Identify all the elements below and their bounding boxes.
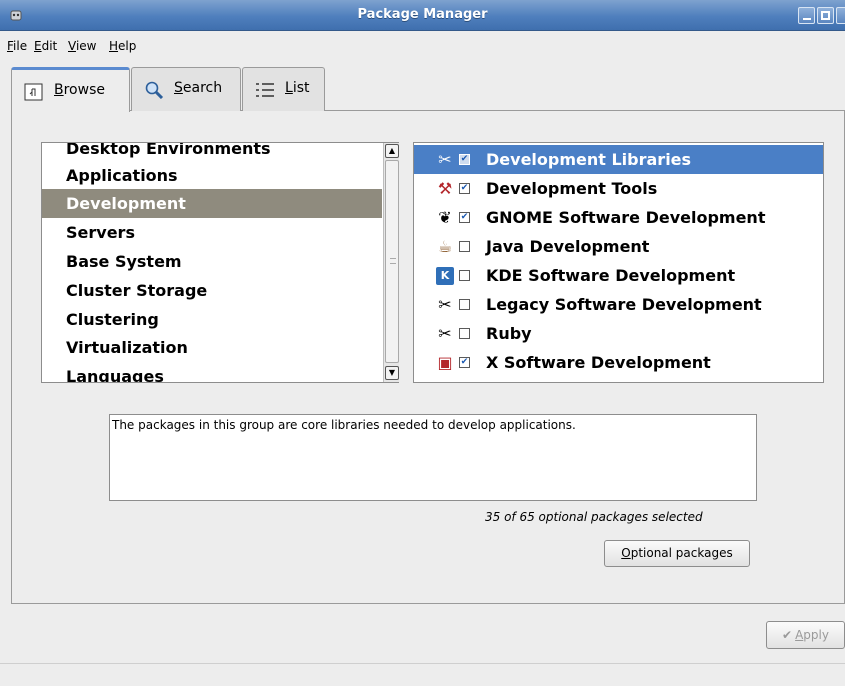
tab-list-rest: ist — [292, 80, 310, 96]
menu-help[interactable]: Help — [109, 39, 136, 53]
scroll-down-button[interactable]: ▼ — [385, 366, 399, 380]
x-monitor-icon: ▣ — [437, 353, 453, 372]
window-title: Package Manager — [357, 7, 488, 22]
group-label: Ruby — [486, 324, 532, 343]
arrow-down-icon: ▼ — [388, 368, 396, 377]
category-item[interactable]: Development — [42, 189, 382, 218]
group-checkbox[interactable] — [459, 241, 470, 252]
menu-help-mnemonic: H — [109, 39, 119, 53]
group-checkbox[interactable]: ✔ — [459, 154, 470, 165]
group-item[interactable]: ▣ ✔ X Software Development — [414, 348, 823, 377]
group-label: Legacy Software Development — [486, 295, 762, 314]
checkmark-icon: ✔ — [782, 628, 793, 642]
group-label: Development Libraries — [486, 150, 692, 169]
group-label: KDE Software Development — [486, 266, 736, 285]
gnome-foot-icon: ❦ — [438, 208, 452, 227]
minimize-icon — [803, 18, 811, 20]
category-item[interactable]: Applications — [42, 161, 382, 190]
group-item[interactable]: ❦ ✔ GNOME Software Development — [414, 203, 823, 232]
menu-edit[interactable]: Edit — [34, 39, 57, 53]
tab-list[interactable]: List — [242, 67, 325, 111]
tab-search-mnemonic: S — [174, 80, 183, 96]
tab-browse[interactable]: Browse — [11, 67, 130, 112]
group-checkbox[interactable] — [459, 328, 470, 339]
tab-list-label: List — [285, 80, 310, 96]
apply-button[interactable]: ✔ Apply — [766, 621, 845, 649]
list-icon — [256, 83, 274, 97]
group-item[interactable]: ✂ Ruby — [414, 319, 823, 348]
group-item[interactable]: ⚒ ✔ Development Tools — [414, 174, 823, 203]
maximize-icon — [821, 11, 830, 20]
tab-search[interactable]: Search — [131, 67, 241, 111]
menu-file[interactable]: File — [7, 39, 27, 53]
group-checkbox[interactable]: ✔ — [459, 357, 470, 368]
coffee-cup-icon: ☕ — [437, 237, 453, 256]
menu-help-label: elp — [118, 39, 137, 53]
maximize-button[interactable] — [817, 7, 834, 24]
menu-view-label: iew — [75, 39, 97, 53]
group-label: X Software Development — [486, 353, 711, 372]
group-list[interactable]: ✂ ✔ Development Libraries ⚒ ✔ Developmen… — [413, 142, 824, 383]
grip-icon — [390, 258, 396, 264]
tab-browse-label: Browse — [54, 82, 105, 98]
apply-label: pply — [803, 628, 829, 642]
optional-mnemonic: O — [621, 546, 631, 560]
menu-view[interactable]: View — [68, 39, 96, 53]
group-item[interactable]: ✂ ✔ Development Libraries — [414, 145, 823, 174]
menu-edit-label: dit — [41, 39, 58, 53]
group-label: Java Development — [486, 237, 650, 256]
tab-list-mnemonic: L — [285, 80, 293, 96]
close-button[interactable] — [836, 7, 845, 24]
category-item[interactable]: Languages — [42, 362, 382, 382]
scroll-thumb[interactable] — [385, 160, 399, 363]
tools-icon: ✂ — [438, 150, 452, 169]
minimize-button[interactable] — [798, 7, 815, 24]
category-scrollbar[interactable]: ▲ ▼ — [383, 143, 399, 382]
category-list[interactable]: Desktop Environments Applications Develo… — [41, 142, 399, 383]
category-item[interactable]: Virtualization — [42, 333, 382, 362]
group-label: GNOME Software Development — [486, 208, 766, 227]
tab-search-label: Search — [174, 80, 222, 96]
tab-search-rest: earch — [182, 80, 223, 96]
tools-icon: ✂ — [438, 295, 452, 314]
group-description: The packages in this group are core libr… — [109, 414, 757, 501]
group-label: Development Tools — [486, 179, 658, 198]
category-item[interactable]: Servers — [42, 218, 382, 247]
browse-icon — [24, 83, 43, 101]
menu-view-mnemonic: V — [68, 39, 76, 53]
kde-icon: K — [436, 267, 454, 285]
group-item[interactable]: ☕ Java Development — [414, 232, 823, 261]
category-item[interactable]: Base System — [42, 247, 382, 276]
toolbox-icon: ⚒ — [437, 179, 453, 198]
group-checkbox[interactable]: ✔ — [459, 212, 470, 223]
menu-edit-mnemonic: E — [34, 39, 42, 53]
category-item[interactable]: Cluster Storage — [42, 276, 382, 305]
tab-browse-mnemonic: B — [54, 82, 64, 98]
group-checkbox[interactable] — [459, 299, 470, 310]
group-item[interactable]: K KDE Software Development — [414, 261, 823, 290]
tab-browse-rest: rowse — [63, 82, 105, 98]
group-checkbox[interactable] — [459, 270, 470, 281]
tools-icon: ✂ — [438, 324, 452, 343]
menu-file-label: ile — [13, 39, 28, 53]
status-bar — [0, 663, 845, 686]
arrow-up-icon: ▲ — [388, 146, 396, 155]
group-checkbox[interactable]: ✔ — [459, 183, 470, 194]
title-bar: Package Manager — [0, 0, 845, 31]
search-icon — [145, 81, 164, 99]
group-item[interactable]: ✂ Legacy Software Development — [414, 290, 823, 319]
category-item[interactable]: Desktop Environments — [42, 143, 382, 163]
category-item[interactable]: Clustering — [42, 305, 382, 334]
selection-count: 35 of 65 optional packages selected — [485, 510, 703, 524]
optional-packages-button[interactable]: Optional packages — [604, 540, 750, 567]
optional-label: ptional packages — [630, 546, 733, 560]
menu-bar: File Edit View Help — [0, 32, 845, 57]
scroll-up-button[interactable]: ▲ — [385, 144, 399, 158]
